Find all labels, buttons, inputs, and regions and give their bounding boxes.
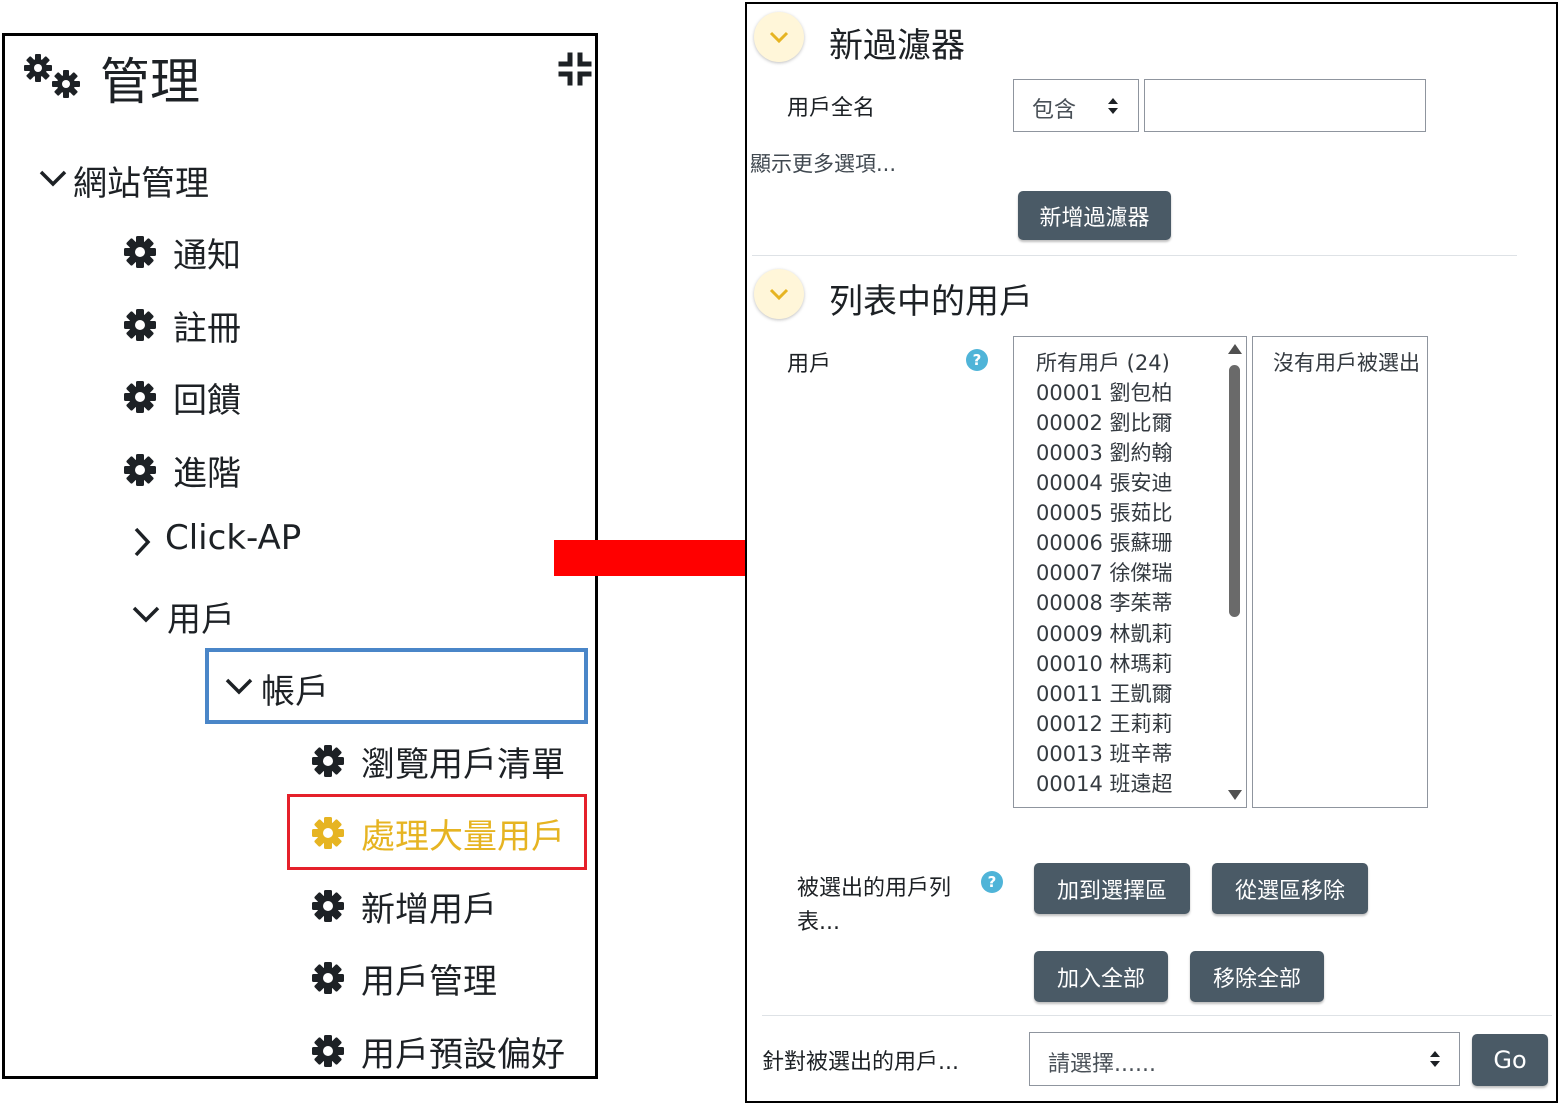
list-item-partial: ▬▬▬▬▬▬ bbox=[1036, 799, 1186, 807]
collapse-users-button[interactable] bbox=[754, 269, 804, 319]
scrollbar[interactable] bbox=[1224, 337, 1246, 807]
chevron-down-icon bbox=[769, 31, 789, 44]
list-item[interactable]: 00003 劉約翰 bbox=[1036, 437, 1172, 467]
list-item[interactable]: 00004 張安迪 bbox=[1036, 467, 1172, 497]
operator-value: 包含 bbox=[1032, 98, 1077, 123]
list-item[interactable]: 00007 徐傑瑞 bbox=[1036, 557, 1172, 587]
help-icon[interactable]: ? bbox=[981, 871, 1003, 893]
select-arrows-icon bbox=[1430, 1051, 1440, 1067]
fullname-label: 用戶全名 bbox=[787, 96, 876, 121]
list-item[interactable]: 00006 張蘇珊 bbox=[1036, 527, 1172, 557]
bulk-user-actions-page: 新過濾器 用戶全名 包含 顯示更多選項... 新增過濾器 列表中的用戶 用戶 ?… bbox=[745, 2, 1558, 1103]
section-divider bbox=[762, 1015, 1552, 1016]
nav-item-label: 新增用戶 bbox=[361, 890, 497, 930]
admin-title: 管理 bbox=[100, 53, 200, 111]
list-item[interactable]: 00008 李茱蒂 bbox=[1036, 587, 1172, 617]
nav-users[interactable]: 用戶 bbox=[167, 592, 235, 641]
scroll-down-icon[interactable] bbox=[1227, 789, 1243, 801]
chevron-down-icon bbox=[132, 606, 160, 623]
add-filter-button[interactable]: 新增過濾器 bbox=[1018, 191, 1171, 240]
available-users-listbox[interactable]: 所有用戶 (24) 00001 劉包柏 00002 劉比爾 00003 劉約翰 … bbox=[1013, 336, 1247, 808]
selected-users-label-line1: 被選出的用戶列 bbox=[797, 876, 952, 901]
nav-item-label: 用戶預設偏好 bbox=[361, 1035, 565, 1075]
gear-icon bbox=[124, 381, 156, 413]
nav-item-label: 通知 bbox=[173, 236, 241, 276]
nav-item-label: 瀏覽用戶清單 bbox=[361, 745, 565, 785]
scroll-up-icon[interactable] bbox=[1227, 343, 1243, 355]
selected-users-listbox[interactable]: 沒有用戶被選出 bbox=[1252, 336, 1428, 808]
chevron-right-icon bbox=[134, 527, 151, 557]
list-item[interactable]: 00011 王凱爾 bbox=[1036, 678, 1172, 708]
chevron-down-icon bbox=[225, 678, 253, 695]
gear-icon bbox=[312, 745, 344, 777]
filter-section-title: 新過濾器 bbox=[829, 26, 965, 66]
gear-icon bbox=[312, 1035, 344, 1067]
scrollbar-thumb[interactable] bbox=[1229, 365, 1240, 617]
gear-icon bbox=[312, 817, 344, 849]
users-label: 用戶 bbox=[787, 352, 832, 377]
bulk-action-select[interactable]: 請選擇...... bbox=[1029, 1032, 1460, 1086]
gear-icon bbox=[312, 962, 344, 994]
gear-icon bbox=[124, 236, 156, 268]
nav-item-label: 處理大量用戶 bbox=[361, 817, 565, 857]
nav-item-label: 進階 bbox=[173, 454, 241, 494]
admin-block: 管理 網站管理 通知 註冊 回饋 進階 Click-AP 用戶 帳戶 瀏覽用戶清… bbox=[2, 33, 598, 1079]
list-item: 沒有用戶被選出 bbox=[1273, 351, 1420, 375]
list-item[interactable]: 00002 劉比爾 bbox=[1036, 407, 1172, 437]
bulk-action-placeholder: 請選擇...... bbox=[1048, 1052, 1156, 1077]
gear-icon bbox=[312, 890, 344, 922]
users-section-title: 列表中的用戶 bbox=[829, 282, 1033, 322]
bulk-action-label: 針對被選出的用戶... bbox=[762, 1050, 959, 1075]
fullname-value-input[interactable] bbox=[1144, 79, 1426, 132]
add-all-button[interactable]: 加入全部 bbox=[1034, 951, 1168, 1002]
show-more-options-link[interactable]: 顯示更多選項... bbox=[750, 148, 896, 178]
list-item[interactable]: 00005 張茹比 bbox=[1036, 497, 1172, 527]
list-item[interactable]: 00010 林瑪莉 bbox=[1036, 648, 1172, 678]
remove-from-selection-button[interactable]: 從選區移除 bbox=[1212, 863, 1368, 914]
nav-item-label: 回饋 bbox=[173, 381, 241, 421]
remove-all-button[interactable]: 移除全部 bbox=[1190, 951, 1324, 1002]
nav-click-ap[interactable]: Click-AP bbox=[165, 518, 301, 558]
selected-users-label-line2: 表... bbox=[797, 910, 840, 935]
gear-icon bbox=[124, 309, 156, 341]
operator-select[interactable]: 包含 bbox=[1013, 79, 1139, 132]
nav-site-admin[interactable]: 網站管理 bbox=[73, 156, 209, 205]
chevron-down-icon bbox=[39, 170, 67, 187]
list-item[interactable]: 00013 班辛蒂 bbox=[1036, 738, 1172, 768]
add-to-selection-button[interactable]: 加到選擇區 bbox=[1034, 863, 1190, 914]
list-item[interactable]: 00009 林凱莉 bbox=[1036, 618, 1172, 648]
gear-icon bbox=[124, 454, 156, 486]
collapse-filter-button[interactable] bbox=[754, 12, 804, 62]
go-button[interactable]: Go bbox=[1472, 1034, 1548, 1086]
list-item[interactable]: 00012 王莉莉 bbox=[1036, 708, 1172, 738]
nav-item-label: 用戶管理 bbox=[361, 962, 497, 1002]
nav-accounts[interactable]: 帳戶 bbox=[261, 664, 329, 713]
list-item[interactable]: 00001 劉包柏 bbox=[1036, 377, 1172, 407]
compress-icon[interactable] bbox=[558, 52, 592, 86]
list-item[interactable]: 所有用戶 (24) bbox=[1036, 347, 1170, 377]
help-icon[interactable]: ? bbox=[966, 349, 988, 371]
chevron-down-icon bbox=[769, 288, 789, 301]
section-divider bbox=[752, 255, 1517, 256]
admin-gears-icon bbox=[24, 54, 80, 98]
nav-item-label: 註冊 bbox=[173, 309, 241, 349]
select-arrows-icon bbox=[1108, 98, 1118, 114]
list-item[interactable]: 00014 班遠超 bbox=[1036, 768, 1172, 798]
